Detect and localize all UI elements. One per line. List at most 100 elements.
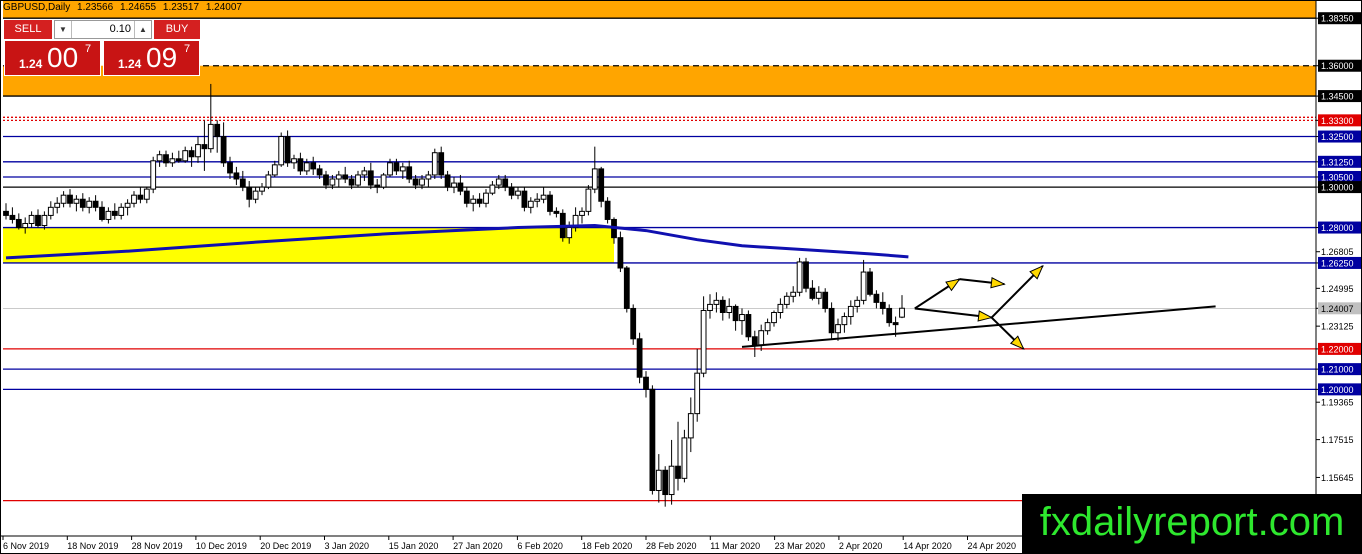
candle-body [860,271,867,301]
candle [201,120,208,171]
candle-body [227,162,233,174]
candle [342,166,349,184]
candle-body [163,154,169,164]
candle [86,197,93,214]
candle-body [99,206,105,220]
candle-body [732,305,739,322]
candle-body [342,174,349,180]
candle [847,300,854,325]
candle [879,292,886,315]
candle-body [188,150,195,158]
candle [476,193,483,208]
price-tick-label: 1.26805 [1321,247,1354,257]
candle-body [822,291,829,309]
candle-body [387,162,393,176]
candle-body [835,324,841,334]
buy-price-box[interactable]: 1.24 09 7 [103,40,200,76]
candle-body [207,123,214,150]
candle-body [214,123,221,138]
candle [143,187,150,204]
candle-body [803,261,809,289]
candle [803,257,809,293]
candle [732,304,739,331]
candle [796,257,803,297]
candle [771,310,777,327]
lot-size-stepper[interactable]: ▼ 0.10 ▲ [54,20,152,39]
time-tick-label: 14 Apr 2020 [903,541,952,551]
time-tick-label: 28 Feb 2020 [646,541,697,551]
candle [239,170,246,192]
candle [457,174,464,196]
candle [867,268,873,297]
candle-body [700,309,707,374]
candle [73,195,80,212]
candle-body [463,190,470,204]
candle-body [438,152,445,176]
candle-body [828,307,835,334]
candle [527,197,534,214]
candle-body [502,178,509,188]
candle [739,308,745,335]
candle [687,397,694,453]
candle [483,189,489,208]
candle-body [399,166,406,172]
candle-body [367,170,374,186]
candle-body [310,162,317,170]
candle-body [739,314,745,322]
candle-body [534,198,541,202]
lot-decrease-icon[interactable]: ▼ [55,21,72,38]
watermark-logo: fxdailyreport.com [1022,494,1362,554]
candle-body [41,214,48,227]
candle [259,183,265,196]
candle [9,207,16,224]
candle-body [3,210,9,216]
candle-body [201,144,208,150]
candle-body [412,178,419,186]
candle-body [35,214,41,227]
candle [291,154,297,169]
candle [745,310,752,341]
sell-button[interactable]: SELL [4,20,52,39]
candle [182,146,189,163]
candle-body [892,322,899,326]
candle [451,176,457,194]
candle-body [879,301,886,309]
buy-button[interactable]: BUY [154,20,200,39]
price-tick-label: 1.38350 [1321,14,1354,24]
candle [521,187,528,212]
candle [227,156,233,180]
sell-price-box[interactable]: 1.24 00 7 [4,40,101,76]
candle [195,136,201,163]
candle-body [265,174,272,188]
price-tick-label: 1.33300 [1321,116,1354,126]
candle-body [675,465,681,479]
lot-size-input[interactable]: 0.10 [73,21,133,38]
candle [425,170,432,188]
candle [3,203,9,220]
candle [835,318,841,341]
candle-body [86,200,93,208]
candle [828,302,835,339]
price-tick-label: 1.15645 [1321,473,1354,483]
candle-body [54,202,61,208]
price-tick-label: 1.22000 [1321,344,1354,354]
candle-body [79,198,86,208]
candle [163,150,169,167]
time-tick-label: 18 Nov 2019 [67,541,118,551]
candle-body [419,178,425,186]
candle-body [540,194,547,200]
candle-body [169,158,176,164]
candle-body [643,376,649,390]
candle-body [483,192,489,204]
candle-body [579,210,585,216]
candle-body [329,178,336,186]
price-chart[interactable]: 1.38350 1.36000 1.34500 1.33300 1.32500 1.312… [0,0,1362,554]
candle [131,191,137,208]
candle-body [867,271,873,295]
candle-body [73,198,80,204]
candle-body [92,200,99,208]
candle [137,187,144,204]
lot-increase-icon[interactable]: ▲ [134,21,151,38]
candle [105,207,112,224]
candle-body [604,200,611,220]
